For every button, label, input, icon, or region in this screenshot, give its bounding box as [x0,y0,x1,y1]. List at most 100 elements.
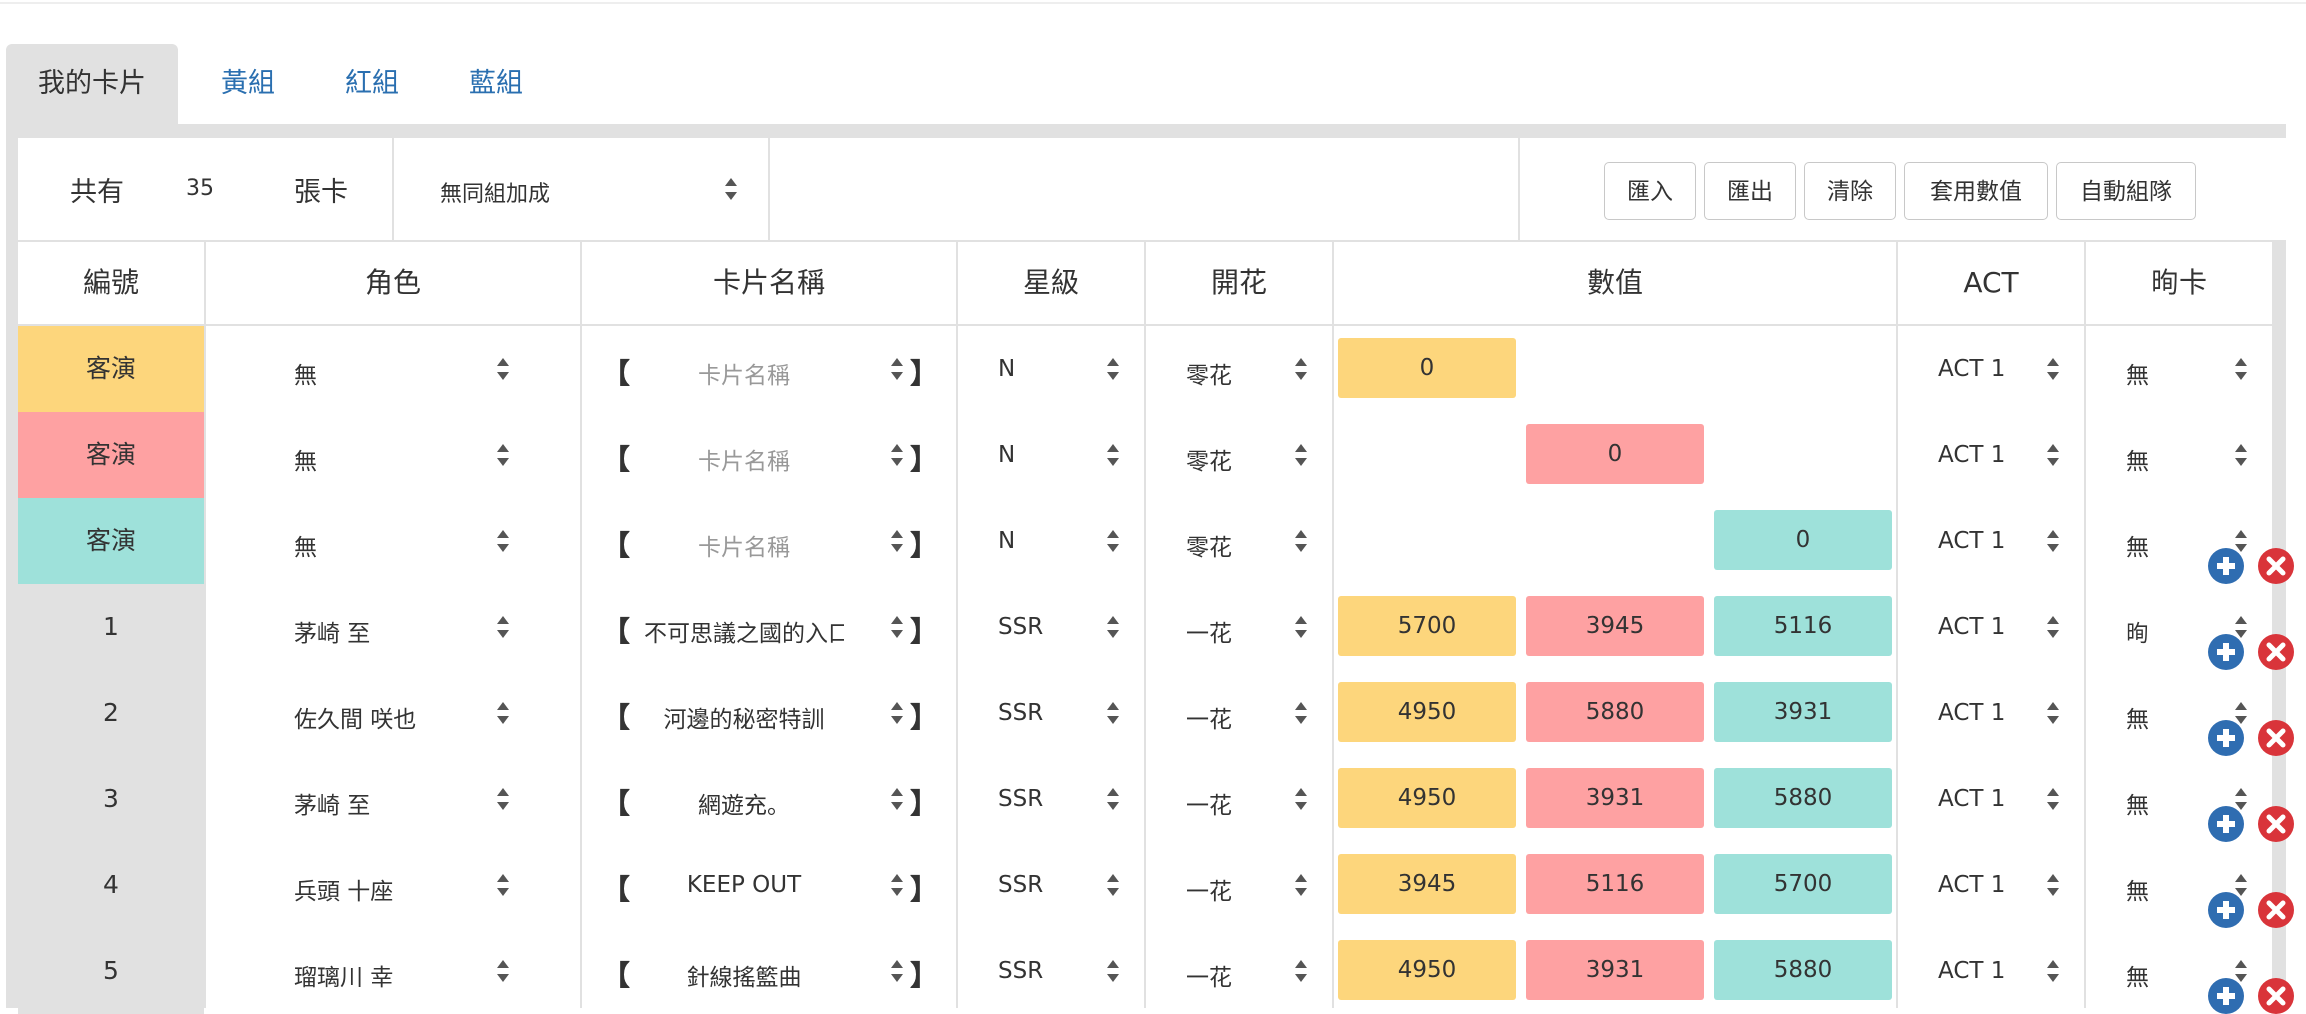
character-select[interactable]: 瑠璃川 幸 [206,928,580,1014]
character-select[interactable]: 兵頭 十座 [206,842,580,928]
act-select[interactable]: ACT 1 [1898,928,2084,1014]
header-card-name: 卡片名稱 [582,242,956,324]
card-name-select[interactable]: 【 卡片名稱 】 [582,412,956,498]
tab-my-cards[interactable]: 我的卡片 [6,44,178,124]
rarity-select[interactable]: N [958,498,1144,584]
close-circle-icon[interactable] [2258,720,2294,756]
act-select[interactable]: ACT 1 [1898,584,2084,670]
total-count: 35 [186,176,214,201]
close-circle-icon[interactable] [2258,978,2294,1014]
bloom-select[interactable]: 一花 [1146,670,1332,756]
row-number: 2 [18,670,204,756]
card-name-select[interactable]: 【 KEEP OUT 】 [582,842,956,928]
rarity-select[interactable]: SSR [958,584,1144,670]
character-value: 兵頭 十座 [294,879,394,905]
plus-circle-icon[interactable] [2208,892,2244,928]
card-name-select[interactable]: 【 網遊充。 】 [582,756,956,842]
updown-arrows-icon [2046,356,2060,382]
updown-arrows-icon [1106,700,1120,726]
character-select[interactable]: 茅崎 至 [206,756,580,842]
plus-circle-icon[interactable] [2208,720,2244,756]
shun-card-select[interactable]: 無 [2086,498,2272,584]
character-select[interactable]: 茅崎 至 [206,584,580,670]
updown-arrows-icon [2046,528,2060,554]
act-select[interactable]: ACT 1 [1898,842,2084,928]
close-circle-icon[interactable] [2258,548,2294,584]
header-bloom: 開花 [1146,242,1332,324]
rarity-value: SSR [998,786,1044,812]
clear-button[interactable]: 清除 [1804,162,1896,220]
plus-circle-icon[interactable] [2208,548,2244,584]
updown-arrows-icon [890,700,904,726]
character-select[interactable]: 佐久間 咲也 [206,670,580,756]
plus-circle-icon[interactable] [2208,978,2244,1014]
updown-arrows-icon [890,614,904,640]
bonus-select[interactable]: 無同組加成 [394,138,768,240]
shun-card-value: 無 [2126,707,2149,733]
toolbar-spacer [770,138,1518,240]
act-value: ACT 1 [1938,356,2006,382]
shun-card-select[interactable]: 無 [2086,412,2272,498]
act-select[interactable]: ACT 1 [1898,326,2084,412]
rarity-select[interactable]: SSR [958,842,1144,928]
yellow-value: 4950 [1338,768,1516,828]
close-circle-icon[interactable] [2258,634,2294,670]
act-select[interactable]: ACT 1 [1898,412,2084,498]
updown-arrows-icon [2234,442,2248,468]
bloom-select[interactable]: 零花 [1146,412,1332,498]
card-name-select[interactable]: 【 卡片名稱 】 [582,498,956,584]
rarity-select[interactable]: SSR [958,670,1144,756]
updown-arrows-icon [1294,528,1308,554]
bloom-select[interactable]: 一花 [1146,842,1332,928]
plus-circle-icon[interactable] [2208,634,2244,670]
bracket-open: 【 [602,701,631,734]
bloom-select[interactable]: 一花 [1146,928,1332,1014]
rarity-value: N [998,356,1016,382]
card-name-select[interactable]: 【 河邊的秘密特訓 】 [582,670,956,756]
values-cell: 4950 3931 5880 [1334,928,1896,1014]
auto-team-button[interactable]: 自動組隊 [2056,162,2196,220]
act-select[interactable]: ACT 1 [1898,756,2084,842]
act-select[interactable]: ACT 1 [1898,498,2084,584]
card-name-select[interactable]: 【 卡片名稱 】 [582,326,956,412]
bloom-value: 零花 [1186,535,1232,561]
close-circle-icon[interactable] [2258,892,2294,928]
red-value: 5116 [1526,854,1704,914]
rarity-select[interactable]: N [958,412,1144,498]
bloom-select[interactable]: 零花 [1146,498,1332,584]
bloom-select[interactable]: 零花 [1146,326,1332,412]
card-name-select[interactable]: 【不可思議之國的入口 】 [582,584,956,670]
character-select[interactable]: 無 [206,412,580,498]
card-name-select[interactable]: 【 針線搖籃曲 】 [582,928,956,1014]
rarity-select[interactable]: SSR [958,928,1144,1014]
bloom-value: 零花 [1186,449,1232,475]
apply-values-button[interactable]: 套用數值 [1904,162,2048,220]
plus-circle-icon[interactable] [2208,806,2244,842]
shun-card-select[interactable]: 無 [2086,928,2272,1014]
updown-arrows-icon [1294,958,1308,984]
character-select[interactable]: 無 [206,326,580,412]
bracket-close: 】 [910,615,939,648]
character-select[interactable]: 無 [206,498,580,584]
bloom-select[interactable]: 一花 [1146,584,1332,670]
export-button[interactable]: 匯出 [1704,162,1796,220]
shun-card-select[interactable]: 無 [2086,670,2272,756]
updown-arrows-icon [890,786,904,812]
shun-card-select[interactable]: 無 [2086,756,2272,842]
act-select[interactable]: ACT 1 [1898,670,2084,756]
row-number: 客演 [18,326,204,412]
row-number: 5 [18,928,204,1014]
rarity-value: N [998,528,1016,554]
close-circle-icon[interactable] [2258,806,2294,842]
bloom-select[interactable]: 一花 [1146,756,1332,842]
bracket-close: 】 [910,443,939,476]
rarity-select[interactable]: SSR [958,756,1144,842]
shun-card-select[interactable]: 無 [2086,842,2272,928]
tab-red-group[interactable]: 紅組 [326,44,418,124]
rarity-select[interactable]: N [958,326,1144,412]
shun-card-select[interactable]: 無 [2086,326,2272,412]
shun-card-select[interactable]: 㫬 [2086,584,2272,670]
tab-yellow-group[interactable]: 黃組 [202,44,294,124]
tab-blue-group[interactable]: 藍組 [450,44,542,124]
import-button[interactable]: 匯入 [1604,162,1696,220]
